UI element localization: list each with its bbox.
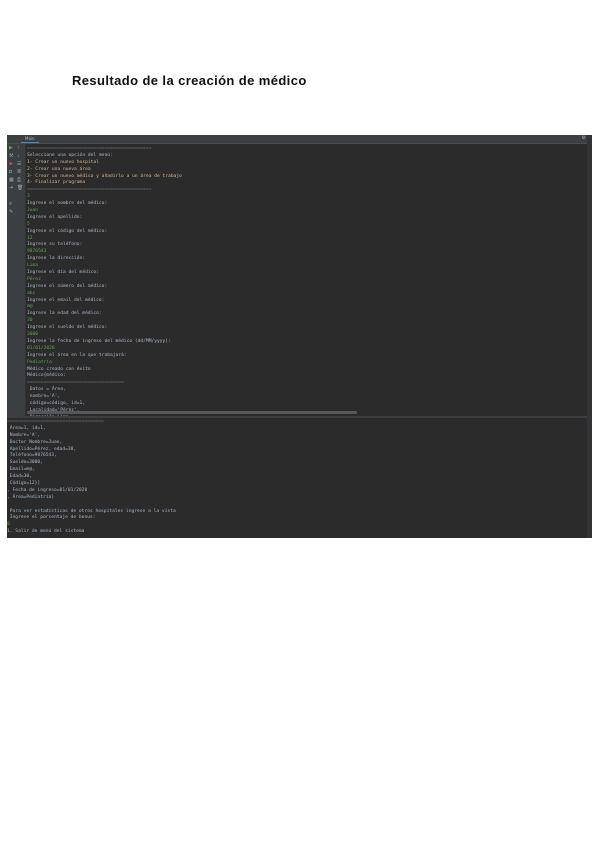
console-output-line: Área=1, id=1, [7,425,46,431]
console-output-line: Ingrese la edad del médico: [27,311,102,317]
wrench-icon[interactable]: ⚒ [9,154,13,159]
camera-icon[interactable]: ◘ [9,170,12,175]
console-input-line: 3000 [27,332,39,338]
console-input-line: 3 [27,194,30,200]
print-icon[interactable]: ⎙ [17,178,21,183]
console-output-line: Ingrese la dirección: [27,256,86,262]
console-output-upper: ========================================… [27,146,584,422]
console-output-line: Edad=30, [7,474,32,480]
console-output-line: 3- Crear un nuevo médico y añadirlo a un… [27,173,182,179]
tab-main[interactable]: Main [21,135,39,143]
console-output-line: =================================== [27,380,124,386]
settings-list-icon[interactable]: ≡ [9,202,12,207]
console-input-line: Pérez [27,276,41,282]
console-input-line: 12 [27,235,33,241]
console-output-line: Sueldo=3000, [7,460,43,466]
console-output-line: ========================================… [27,187,152,193]
console-input-line: 01/01/2020 [27,345,55,351]
console-output-line: Ingrese el día del médico: [27,270,99,276]
console-output-line: Ingrese el apellido: [27,214,83,220]
console-output-line: , Área=Pediatría} [7,494,55,500]
console-output-line: Ingrese el nombre del médico: [27,201,108,207]
console-output-line: , Fecha de ingreso=01/01/2020 [7,487,88,493]
console-output-line: Código=12}] [7,481,41,487]
console-output-line: 1- Crear un nuevo hospital [27,159,99,165]
console-output-line: Ingrese su teléfono: [27,242,83,248]
run-tab-bar: Main ⚙ [7,135,592,144]
document-title: Resultado de la creación de médico [72,73,307,88]
horizontal-scrollbar[interactable] [27,411,357,414]
console-output-line: =================================== [7,419,104,424]
gear-icon[interactable]: ⚙ [582,135,586,142]
console-input-line: abc [27,290,36,296]
console-output-line: Médico{médico: [27,373,66,379]
console-input-line: m@ [27,304,33,310]
console-output-line: Médico creado con éxito [27,366,91,372]
run-toolbar: ▶ ↑ ⚒ ↓ ■ ☰ ◘ ≣ ▦ ⎙ ⇥ 🗑 ≡ ✎ [7,144,26,416]
layout-icon[interactable]: ▦ [9,178,14,183]
console-output-line: 4- Finalizar programa [27,180,86,186]
scroll-end-icon[interactable]: ≣ [17,170,21,175]
console-output-line: Ingrese el número del médico: [27,283,108,289]
console-input-line: 5 [27,221,30,227]
console-output-line: Ingrese el porcentaje de bonus: [7,515,96,521]
console-output-line: Ingrese el sueldo del médico: [27,325,108,331]
console-input-line: Pediatría [27,359,52,365]
console-output-line: Doctor Nombre=Juan, [7,439,63,445]
console-output-line: 2- Crear una nueva área [27,166,91,172]
console-input-line: Lima [27,263,39,269]
console-output-line: Ingrese la fecha de ingreso del médico (… [27,338,171,344]
arrow-down-icon[interactable]: ↓ [17,154,20,159]
right-scroll-strip[interactable] [587,135,592,538]
wrap-icon[interactable]: ☰ [17,162,21,167]
pin-icon[interactable]: ✎ [9,210,13,215]
console-output-line: código=código, id=1, [27,400,86,406]
console-output-lower: =================================== Área… [7,419,584,536]
console-output-line: Teléfono=9876543, [7,453,57,459]
console-input-line: 30 [27,318,33,324]
run-icon[interactable]: ▶ [9,146,13,151]
console-output-line: Email=m@, [7,467,35,473]
console-output-line: nombre='A', [27,394,61,400]
console-output-line: 1. Salir de menú del sistema [7,529,85,535]
console-input-line: 9876543 [27,249,47,255]
console-output-line: Ingrese el email del médico: [27,297,105,303]
panel-divider[interactable] [7,416,592,418]
ide-console-screenshot: Main ⚙ ▶ ↑ ⚒ ↓ ■ ☰ ◘ ≣ ▦ ⎙ ⇥ 🗑 ≡ ✎ =====… [7,135,592,538]
console-output-line: ========================================… [27,146,152,151]
console-output-line: Nombre='A', [7,432,41,438]
arrow-up-icon[interactable]: ↑ [17,146,20,151]
console-output-line: Apellido=Pérez, edad=30, [7,446,77,452]
console-output-line: Seleccione una opción del menú: [27,152,113,158]
stop-icon[interactable]: ■ [9,162,12,167]
console-output-line: Ingrese el área en la que trabajará: [27,352,127,358]
console-input-line: 0 [7,522,10,528]
exit-icon[interactable]: ⇥ [9,186,13,191]
trash-icon[interactable]: 🗑 [17,186,23,191]
console-input-line: Juan [27,208,39,214]
console-output-line: Ingrese el código del médico: [27,228,108,234]
console-output-line: Datos = Área, [27,387,66,393]
